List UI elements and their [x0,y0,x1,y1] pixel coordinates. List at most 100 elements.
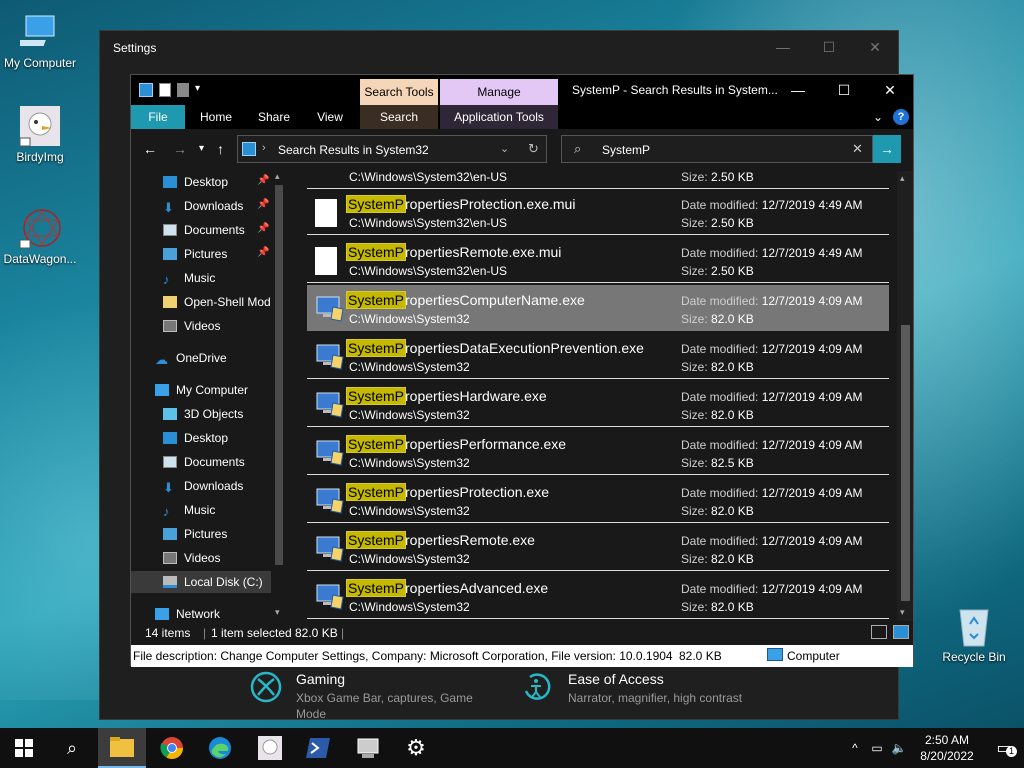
nav-item-videos-2[interactable]: Videos [131,547,271,569]
nav-item-pictures-2[interactable]: Pictures [131,523,271,545]
explorer-title-bar[interactable]: ▾ Search Tools Manage SystemP - Search R… [131,75,913,105]
desktop-icon-recycle-bin[interactable]: Recycle Bin [934,604,1014,664]
nav-item-downloads-2[interactable]: ⬇ Downloads [131,475,271,497]
start-button[interactable] [0,728,48,768]
new-folder-icon[interactable] [177,83,189,97]
clear-search-icon[interactable]: ✕ [852,141,863,157]
nav-item-my-computer[interactable]: My Computer [131,379,271,401]
tab-home[interactable]: Home [189,105,243,129]
search-match-highlight: SystemP [345,435,407,453]
nav-item-3d-objects[interactable]: 3D Objects [131,403,271,425]
nav-item-local-disk[interactable]: Local Disk (C:) [131,571,271,593]
breadcrumb-chevron-icon[interactable]: › [262,142,266,154]
result-row[interactable]: SystemPropertiesPerformance.exe C:\Window… [307,429,889,475]
result-row[interactable]: SystemPropertiesProtection.exe C:\Windows… [307,477,889,523]
desktop-icon-my-computer[interactable]: My Computer [0,10,80,70]
taskbar-settings[interactable]: ⚙ [392,728,440,768]
tab-view[interactable]: View [303,105,357,129]
scroll-thumb[interactable] [901,325,910,601]
result-row[interactable]: SystemPropertiesProtection.exe.mui C:\Win… [307,189,889,235]
close-icon[interactable]: ✕ [852,31,898,63]
tab-share[interactable]: Share [247,105,301,129]
scroll-up-icon[interactable]: ▴ [275,171,280,182]
pin-icon[interactable]: 📌 [257,199,269,210]
tab-application-tools[interactable]: Application Tools [440,105,558,129]
customize-toolbar-icon[interactable]: ▾ [195,83,205,97]
address-bar[interactable]: › Search Results in System32 ⌄ ↻ [237,135,547,163]
nav-item-onedrive[interactable]: ☁ OneDrive [131,347,271,369]
minimize-icon[interactable]: — [760,31,806,63]
scroll-down-icon[interactable]: ▾ [275,607,280,618]
result-row[interactable]: SystemPropertiesHardware.exe C:\Windows\S… [307,381,889,427]
pin-icon[interactable]: 📌 [257,175,269,186]
recent-locations-icon[interactable]: ▾ [199,143,204,154]
nav-item-music[interactable]: ♪ Music [131,267,271,289]
details-view-icon[interactable] [871,625,887,639]
nav-label: Pictures [184,527,228,541]
nav-item-open-shell[interactable]: Open-Shell Mod [131,291,271,313]
desktop-icon-datawagon[interactable]: DataWagon... [0,206,80,266]
nav-item-downloads[interactable]: ⬇ Downloads [131,195,271,217]
network-icon[interactable]: ▭ [866,741,888,755]
refresh-icon[interactable]: ↻ [528,141,539,157]
taskbar-edge[interactable] [196,728,244,768]
clock[interactable]: 2:50 AM 8/20/2022 [910,732,984,764]
maximize-icon[interactable]: ☐ [821,75,867,105]
large-icons-view-icon[interactable] [893,625,909,639]
tab-file[interactable]: File [131,105,185,129]
result-row-partial[interactable]: C:\Windows\System32\en-US Size: 2.50 KB [307,171,889,189]
maximize-icon[interactable]: ☐ [806,31,852,63]
search-input[interactable]: SystemP [602,143,650,157]
settings-tile-ease-of-access[interactable]: Ease of Access Narrator, magnifier, high… [520,671,750,722]
result-row[interactable]: SystemPropertiesDataExecutionPrevention.… [307,333,889,379]
taskbar-system-properties[interactable] [344,728,392,768]
pin-icon[interactable]: 📌 [257,223,269,234]
taskbar-chrome[interactable] [148,728,196,768]
taskbar-powershell[interactable] [294,728,342,768]
search-box[interactable]: ⌕ SystemP ✕ [561,135,873,163]
computer-icon [18,10,62,54]
scroll-thumb[interactable] [275,185,283,565]
volume-icon[interactable]: 🔈 [888,741,910,755]
nav-item-videos[interactable]: Videos [131,315,271,337]
nav-item-desktop[interactable]: Desktop [131,171,271,193]
help-icon[interactable]: ? [893,109,909,125]
settings-tile-gaming[interactable]: Gaming Xbox Game Bar, captures, Game Mod… [250,671,480,722]
date-modified: Date modified: 12/7/2019 4:49 AM [681,198,862,212]
nav-item-desktop-2[interactable]: Desktop [131,427,271,449]
search-button[interactable]: ⌕ [48,728,96,768]
nav-item-music-2[interactable]: ♪ Music [131,499,271,521]
result-row[interactable]: SystemPropertiesAdvanced.exe C:\Windows\S… [307,573,889,619]
context-tab-search-tools[interactable]: Search Tools [360,79,438,105]
chevron-up-icon[interactable]: ^ [844,741,866,755]
search-go-button[interactable]: → [873,135,901,163]
up-arrow-icon[interactable]: ↑ [217,141,224,157]
scroll-down-icon[interactable]: ▾ [900,607,905,618]
nav-item-network[interactable]: Network [131,603,271,621]
tab-search[interactable]: Search [360,105,438,129]
result-row[interactable]: SystemPropertiesComputerName.exe C:\Windo… [307,285,889,331]
results-scrollbar[interactable]: ▴ ▾ [897,171,913,621]
pin-icon[interactable]: 📌 [257,247,269,258]
desktop-icon-birdyimg[interactable]: BirdyImg [0,104,80,164]
minimize-icon[interactable]: — [775,75,821,105]
nav-item-documents-2[interactable]: Documents [131,451,271,473]
result-row[interactable]: SystemPropertiesRemote.exe.mui C:\Windows… [307,237,889,283]
nav-item-documents[interactable]: Documents [131,219,271,241]
close-icon[interactable]: ✕ [867,75,913,105]
back-arrow-icon[interactable]: ← [143,141,157,157]
taskbar-file-explorer[interactable] [98,728,146,768]
properties-icon[interactable] [159,83,171,97]
file-explorer-window[interactable]: ▾ Search Tools Manage SystemP - Search R… [130,74,914,667]
notification-center-button[interactable]: ▭ 1 [984,738,1024,758]
clock-time: 2:50 AM [924,733,970,747]
forward-arrow-icon[interactable]: → [173,141,187,157]
nav-item-pictures[interactable]: Pictures [131,243,271,265]
expand-ribbon-icon[interactable]: ⌄ [873,110,883,124]
scroll-up-icon[interactable]: ▴ [900,173,905,184]
taskbar-image-viewer[interactable] [246,728,294,768]
context-tab-manage[interactable]: Manage [440,79,558,105]
chevron-down-icon[interactable]: ⌄ [500,142,509,155]
nav-scrollbar[interactable]: ▴ ▾ [273,171,285,621]
result-row[interactable]: SystemPropertiesRemote.exe C:\Windows\Sys… [307,525,889,571]
